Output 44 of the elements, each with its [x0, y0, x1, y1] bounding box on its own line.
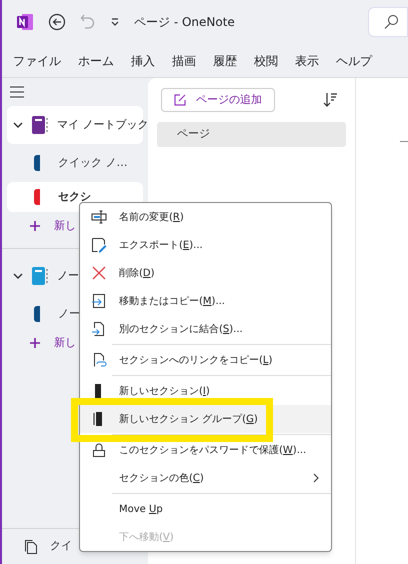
menu-tab[interactable]: 描画 [172, 52, 196, 70]
menu-tab[interactable]: 表示 [295, 52, 319, 70]
lock-icon [91, 442, 107, 458]
menu-icon[interactable] [10, 86, 24, 98]
plus-icon [30, 221, 40, 231]
context-menu-item[interactable]: エクスポート(E)... [80, 231, 331, 259]
menu-tab[interactable]: ファイル [13, 52, 61, 70]
menu-tab[interactable]: ヘルプ [336, 52, 372, 70]
chevron-icon[interactable] [13, 271, 23, 281]
move-icon [91, 293, 107, 309]
dropdown-icon[interactable] [110, 18, 120, 26]
app-logo-icon [16, 13, 34, 31]
search-icon [383, 14, 399, 30]
context-menu-item[interactable]: 別のセクションに結合(S)... [80, 315, 331, 343]
menu-tab[interactable]: 挿入 [131, 52, 155, 70]
context-menu-item[interactable]: セクションへのリンクをコピー(L) [80, 346, 331, 374]
menu-tab[interactable]: 校閲 [254, 52, 278, 70]
context-menu-item[interactable]: Move Up [80, 495, 331, 523]
notebook-name: ノー [57, 268, 79, 284]
section-name: ノー [58, 306, 80, 322]
add-page-button[interactable]: ページの追加 [161, 88, 275, 112]
menu-tab[interactable]: 履歴 [213, 52, 237, 70]
context-menu-item[interactable]: セクションの色(C) [80, 464, 331, 492]
back-icon[interactable] [48, 13, 66, 31]
plus-icon [30, 338, 40, 348]
section-item[interactable]: クイック ノ… [7, 148, 143, 178]
chevron-icon[interactable] [13, 120, 23, 130]
sort-icon[interactable] [322, 92, 338, 108]
section-name: セクシ [58, 188, 91, 205]
merge-icon [91, 321, 107, 337]
menu-tab[interactable]: ホーム [78, 52, 114, 70]
page-icon [24, 538, 38, 554]
search-field[interactable] [368, 7, 408, 37]
delete-icon [91, 265, 107, 281]
link-icon [91, 352, 107, 368]
section-name: クイック ノ… [58, 154, 128, 171]
new-page-icon [174, 94, 186, 106]
quick-notes-label[interactable]: クイ [50, 538, 72, 555]
rename-icon [91, 209, 107, 225]
window-title: ページ - OneNote [134, 14, 235, 31]
context-menu-item[interactable]: 削除(D) [80, 259, 331, 287]
context-menu-item[interactable]: 移動またはコピー(M)... [80, 287, 331, 315]
export-icon [91, 237, 107, 253]
page-item[interactable]: ページ [157, 122, 346, 147]
